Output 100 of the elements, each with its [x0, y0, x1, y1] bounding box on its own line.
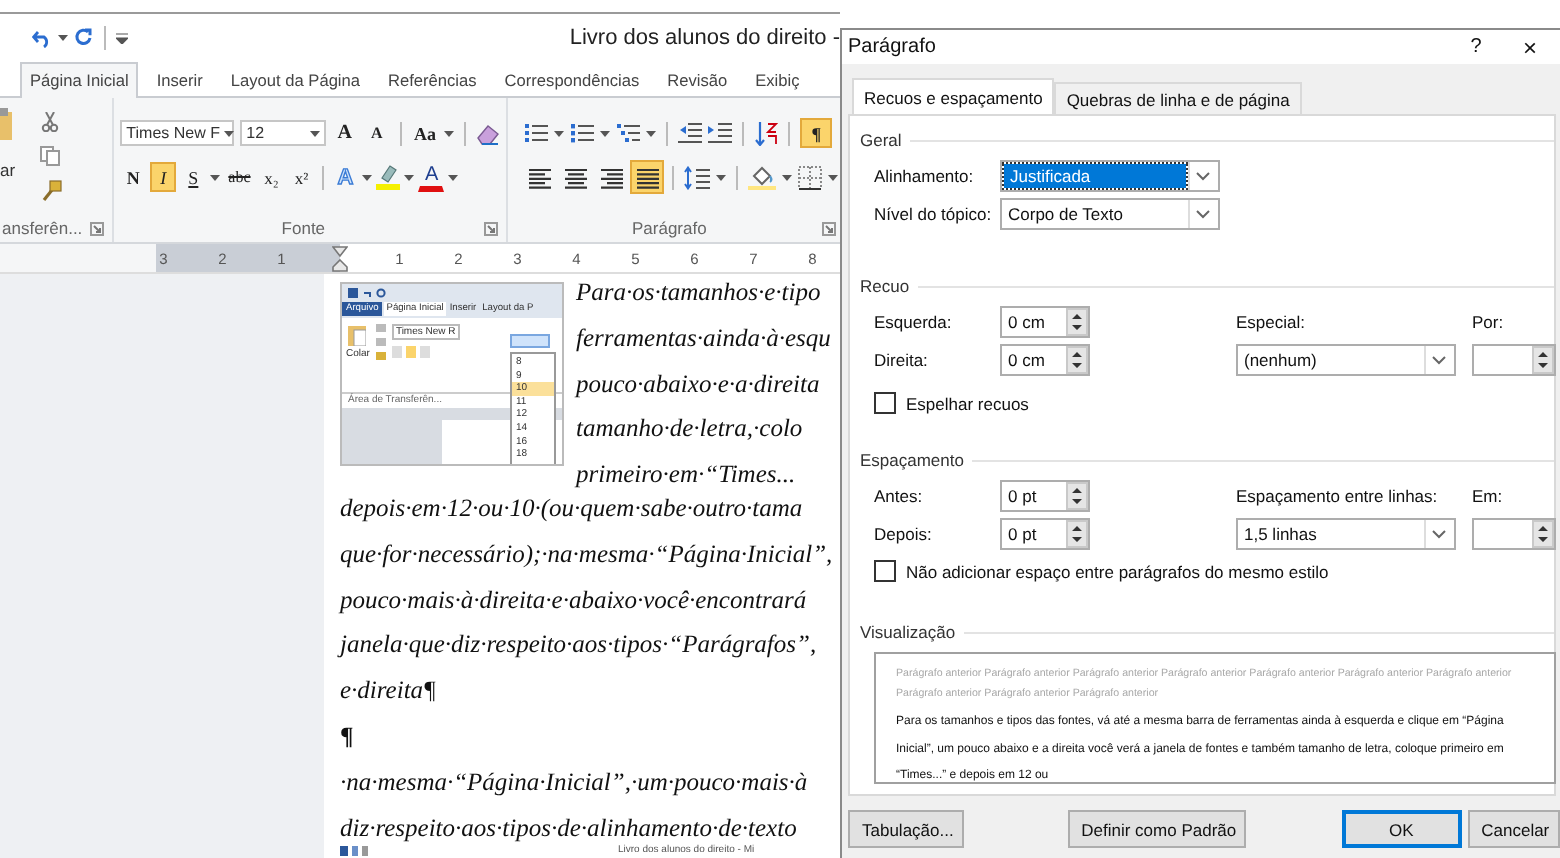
increase-indent-icon[interactable]: [708, 122, 733, 144]
multilevel-list-icon[interactable]: [616, 122, 641, 144]
customize-caret-icon[interactable]: [116, 31, 128, 43]
font-color-button[interactable]: A: [418, 162, 445, 192]
line-spacing-at-field[interactable]: [1472, 518, 1556, 550]
caret-icon[interactable]: [782, 173, 793, 181]
spacing-after-field[interactable]: 0 pt: [1000, 518, 1090, 550]
borders-icon[interactable]: [798, 165, 823, 189]
body-text-line: pouco·mais·à·direita·e·abaixo·você·encontrará: [340, 585, 807, 614]
change-case-button[interactable]: Aa: [411, 118, 439, 148]
ribbon-tab[interactable]: Layout da Página: [220, 62, 371, 96]
copy-icon[interactable]: [39, 146, 60, 166]
body-text-line: depois·em·12·ou·10·(ou·quem·sabe·outro·tama: [340, 493, 803, 522]
launcher-icon[interactable]: [822, 221, 837, 235]
checkbox[interactable]: [874, 392, 896, 414]
caret-icon[interactable]: [448, 173, 459, 181]
field-label: Esquerda:: [874, 312, 954, 332]
group-label: Fonte: [281, 218, 326, 238]
body-text-line: e·direita¶: [340, 676, 437, 705]
line-spacing-dropdown[interactable]: 1,5 linhas: [1236, 518, 1456, 550]
spin-buttons[interactable]: [1532, 346, 1554, 374]
close-button[interactable]: ×: [1500, 33, 1560, 61]
ribbon-tab[interactable]: Correspondências: [494, 62, 650, 96]
body-text-line: ferramentas·ainda·à·esqu: [576, 323, 831, 352]
launcher-icon[interactable]: [90, 221, 105, 235]
caret-icon[interactable]: [444, 129, 455, 137]
strikethrough-button[interactable]: abc: [224, 162, 255, 192]
right-indent-field[interactable]: 0 cm: [1000, 344, 1090, 376]
caret-icon[interactable]: [362, 173, 373, 181]
spin-buttons[interactable]: [1066, 520, 1088, 548]
scissors-icon[interactable]: [39, 112, 60, 132]
underline-button[interactable]: S: [180, 162, 207, 192]
paste-icon[interactable]: [0, 108, 12, 140]
caret-icon[interactable]: [716, 173, 727, 181]
spacing-before-field[interactable]: 0 pt: [1000, 480, 1090, 512]
checkbox[interactable]: [874, 560, 896, 582]
caret-icon[interactable]: [828, 173, 839, 181]
paste-label[interactable]: ar: [0, 160, 16, 180]
font-size-dropdown[interactable]: 12: [240, 120, 326, 146]
decrease-indent-icon[interactable]: [678, 122, 703, 144]
caret-icon[interactable]: [646, 129, 657, 137]
caret-icon[interactable]: [554, 129, 565, 137]
shrink-font-button[interactable]: A: [363, 118, 390, 148]
font-name-dropdown[interactable]: Times New F: [120, 120, 235, 146]
dialog-button[interactable]: OK: [1341, 810, 1462, 848]
left-indent-field[interactable]: 0 cm: [1000, 306, 1090, 338]
ribbon-tab[interactable]: Revisão: [657, 62, 738, 96]
font-size-field[interactable]: [510, 334, 550, 348]
highlighter-icon[interactable]: [376, 164, 401, 190]
sort-icon[interactable]: [754, 121, 779, 145]
launcher-icon[interactable]: [484, 221, 499, 235]
bold-button[interactable]: N: [120, 162, 147, 192]
spin-buttons[interactable]: [1066, 482, 1088, 510]
spin-buttons[interactable]: [1066, 308, 1088, 336]
dialog-title: Parágrafo: [848, 36, 936, 58]
ribbon-tab[interactable]: Página Inicial: [20, 62, 139, 98]
italic-button[interactable]: I: [150, 162, 177, 192]
dialog-button[interactable]: Cancelar: [1467, 810, 1560, 848]
line-spacing-icon[interactable]: [684, 165, 711, 189]
numbering-icon[interactable]: [570, 122, 595, 144]
body-text-line: tamanho·de·letra,·colo: [576, 414, 803, 443]
ribbon-tab[interactable]: Referências: [378, 62, 487, 96]
checkbox-label: Não adicionar espaço entre parágrafos do mesmo estilo: [906, 561, 1329, 581]
field-label: Alinhamento:: [874, 166, 976, 186]
caret-icon[interactable]: [224, 129, 234, 137]
brush-icon[interactable]: [39, 180, 62, 202]
help-button[interactable]: ?: [1452, 36, 1500, 58]
eraser-icon[interactable]: [476, 121, 501, 145]
superscript-button[interactable]: x²: [288, 162, 315, 192]
field-label: Especial:: [1236, 312, 1307, 332]
subscript-button[interactable]: x₂: [258, 162, 285, 192]
caret-icon[interactable]: [210, 173, 221, 181]
show-marks-button[interactable]: ¶: [800, 118, 833, 148]
caret-icon[interactable]: [404, 173, 415, 181]
ribbon-tab[interactable]: Inserir: [146, 62, 213, 96]
caret-icon[interactable]: [600, 129, 611, 137]
dialog-tab[interactable]: Quebras de linha e de página: [1054, 82, 1302, 114]
caret-icon[interactable]: [309, 129, 320, 137]
spin-buttons[interactable]: [1532, 520, 1554, 548]
bullets-icon[interactable]: [524, 122, 549, 144]
dialog-button[interactable]: Definir como Padrão: [1067, 810, 1246, 848]
special-indent-dropdown[interactable]: (nenhum): [1236, 344, 1456, 376]
dialog-tab[interactable]: Recuos e espaçamento: [852, 78, 1055, 114]
spin-buttons[interactable]: [1066, 346, 1088, 374]
field-label: Depois:: [874, 524, 934, 544]
paragraph-mark: ¶: [340, 721, 354, 750]
outline-level-dropdown[interactable]: Corpo de Texto: [1000, 198, 1220, 230]
dialog-button[interactable]: Tabulação...: [848, 810, 964, 848]
field-label: Espaçamento entre linhas:: [1236, 486, 1440, 506]
checkbox-label: Espelhar recuos: [906, 393, 1029, 413]
justify-icon[interactable]: [632, 162, 663, 192]
shading-icon[interactable]: [748, 164, 777, 190]
indent-marker-icon[interactable]: [332, 245, 349, 271]
window-title: Livro dos alunos do direito -: [569, 25, 840, 49]
caret-icon[interactable]: [58, 33, 68, 41]
indent-by-field[interactable]: [1472, 344, 1556, 376]
ribbon-tab[interactable]: Exibiç: [745, 62, 810, 96]
grow-font-button[interactable]: A: [331, 118, 358, 148]
alignment-dropdown[interactable]: Justificada: [1000, 160, 1220, 192]
body-text-line: que·for·necessário);·na·mesma·“Página·Inicial”,: [340, 539, 833, 568]
